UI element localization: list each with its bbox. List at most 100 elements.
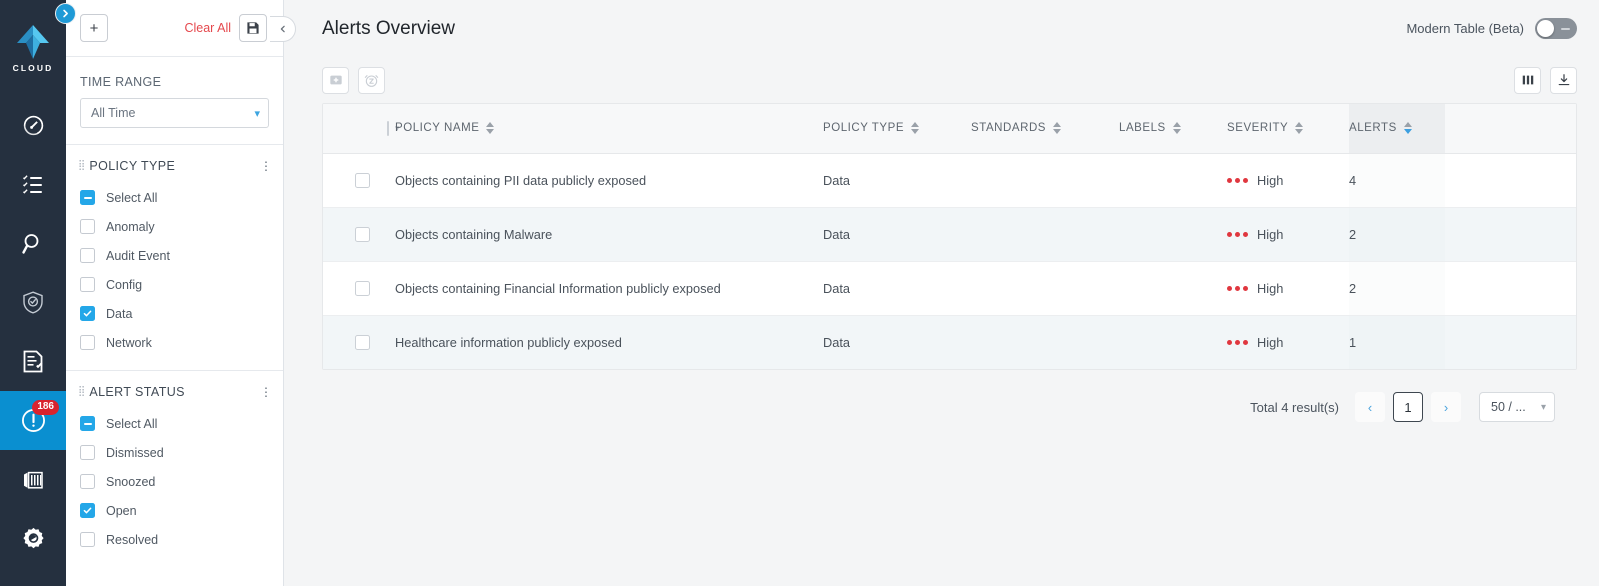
sidebar-item-dashboard[interactable] (0, 96, 66, 155)
cell-alerts: 2 (1349, 261, 1445, 316)
sort-toggle-icon-active[interactable] (1403, 122, 1412, 135)
page-title: Alerts Overview (322, 17, 456, 39)
filter-option-select-all[interactable]: Select All (66, 409, 283, 438)
checkbox-checked[interactable] (80, 306, 95, 321)
sort-toggle-icon[interactable] (486, 122, 495, 135)
sort-toggle-icon[interactable] (1172, 122, 1181, 135)
th-label: ALERTS (1349, 122, 1397, 135)
dismiss-box-icon (329, 75, 342, 85)
next-page-button[interactable]: › (1431, 392, 1461, 422)
sidebar-item-alerts[interactable]: 186 (0, 391, 66, 450)
sort-toggle-icon[interactable] (1053, 122, 1062, 135)
alerts-badge: 186 (32, 400, 59, 415)
sidebar-item-investigate[interactable] (0, 155, 66, 214)
checkbox-unchecked[interactable] (80, 248, 95, 263)
filter-option-select-all[interactable]: Select All (66, 183, 283, 212)
th-select-all[interactable]: ▾ (323, 104, 400, 154)
cell-policy-name: Healthcare information publicly exposed (395, 315, 823, 369)
prev-page-button[interactable]: ‹ (1355, 392, 1385, 422)
group-menu-kebab-icon[interactable]: ⋮ (259, 385, 273, 399)
row-checkbox[interactable] (355, 172, 370, 188)
row-checkbox[interactable] (355, 280, 370, 296)
row-checkbox[interactable] (355, 334, 370, 350)
drag-handle-icon[interactable]: ⣿ (78, 387, 85, 397)
alerts-table-container: ▾ POLICY NAME POLICY TYPE STANDARDS LABE… (322, 103, 1577, 370)
checkbox-unchecked[interactable] (80, 532, 95, 547)
sidebar-item-compliance[interactable] (0, 273, 66, 332)
cell-policy-name: Objects containing PII data publicly exp… (395, 153, 823, 208)
th-severity[interactable]: SEVERITY (1227, 104, 1349, 154)
filter-option-network[interactable]: Network (66, 328, 283, 357)
cell-policy-name: Objects containing Financial Information… (395, 261, 823, 316)
collapse-filters-button[interactable] (270, 16, 296, 42)
filter-option-open[interactable]: Open (66, 496, 283, 525)
dismiss-alerts-button[interactable] (322, 66, 349, 94)
filter-option-snoozed[interactable]: Snoozed (66, 467, 283, 496)
table-row[interactable]: Healthcare information publicly exposed … (323, 315, 1576, 369)
filter-option-dismissed[interactable]: Dismissed (66, 438, 283, 467)
th-spacer (1445, 104, 1576, 154)
cell-severity: High (1227, 261, 1349, 316)
th-policy-name[interactable]: POLICY NAME (395, 104, 823, 154)
cell-select[interactable] (323, 153, 395, 208)
checkbox-unchecked[interactable] (80, 474, 95, 489)
sort-toggle-icon[interactable] (911, 122, 920, 135)
filter-option-anomaly[interactable]: Anomaly (66, 212, 283, 241)
drag-handle-icon[interactable]: ⣿ (78, 161, 85, 171)
filter-option-data[interactable]: Data (66, 299, 283, 328)
table-row[interactable]: Objects containing Malware Data High 2 (323, 207, 1576, 262)
cell-spacer (1445, 153, 1576, 208)
column-settings-button[interactable] (1514, 66, 1541, 94)
checkbox-unchecked[interactable] (80, 335, 95, 350)
chevron-right-icon (63, 9, 68, 18)
checkbox-unchecked[interactable] (80, 445, 95, 460)
sidebar-item-settings[interactable] (0, 509, 66, 568)
page-number-1[interactable]: 1 (1393, 392, 1423, 422)
th-label: POLICY TYPE (823, 122, 905, 135)
table-row[interactable]: Objects containing PII data publicly exp… (323, 153, 1576, 208)
sidebar-item-search[interactable] (0, 214, 66, 273)
filter-option-resolved[interactable]: Resolved (66, 525, 283, 554)
checkbox-unchecked[interactable] (80, 277, 95, 292)
severity-label: High (1257, 280, 1284, 296)
filter-group-alert-status-header: ⣿ ALERT STATUS ⋮ (66, 371, 283, 409)
table-body: Objects containing PII data publicly exp… (323, 153, 1576, 369)
checkbox-indeterminate[interactable] (80, 190, 95, 205)
page-size-select[interactable]: 50 / ... ▾ (1479, 392, 1555, 422)
sort-toggle-icon[interactable] (1295, 122, 1304, 135)
clear-all-button[interactable]: Clear All (184, 21, 231, 35)
checkbox-unchecked[interactable] (80, 219, 95, 234)
row-checkbox[interactable] (355, 226, 370, 242)
severity-dots-icon (1227, 339, 1248, 345)
cell-spacer (1445, 261, 1576, 316)
cell-select[interactable] (323, 315, 395, 369)
modern-table-toggle[interactable] (1535, 18, 1577, 39)
checkbox-checked[interactable] (80, 503, 95, 518)
download-icon (1558, 74, 1569, 86)
cell-labels (1119, 315, 1227, 369)
add-filter-button[interactable]: + (80, 14, 108, 42)
rail-expand-button[interactable] (55, 3, 76, 24)
th-policy-type[interactable]: POLICY TYPE (823, 104, 971, 154)
filter-option-audit-event[interactable]: Audit Event (66, 241, 283, 270)
th-alerts[interactable]: ALERTS (1349, 104, 1445, 154)
group-menu-kebab-icon[interactable]: ⋮ (259, 159, 273, 173)
severity-label: High (1257, 334, 1284, 350)
sidebar-item-containers[interactable] (0, 450, 66, 509)
checkbox-indeterminate[interactable] (80, 416, 95, 431)
cell-select[interactable] (323, 261, 395, 316)
container-icon (24, 471, 43, 489)
download-button[interactable] (1550, 66, 1577, 94)
table-row[interactable]: Objects containing Financial Information… (323, 261, 1576, 316)
save-filter-button[interactable] (239, 14, 267, 42)
cell-severity: High (1227, 207, 1349, 262)
time-range-select[interactable]: All Time ▾ (80, 98, 269, 128)
cell-severity: High (1227, 153, 1349, 208)
snooze-alerts-button[interactable] (358, 66, 385, 94)
filter-option-config[interactable]: Config (66, 270, 283, 299)
th-labels[interactable]: LABELS (1119, 104, 1227, 154)
cell-select[interactable] (323, 207, 395, 262)
select-all-checkbox[interactable] (387, 120, 389, 136)
th-standards[interactable]: STANDARDS (971, 104, 1119, 154)
sidebar-item-reports[interactable] (0, 332, 66, 391)
